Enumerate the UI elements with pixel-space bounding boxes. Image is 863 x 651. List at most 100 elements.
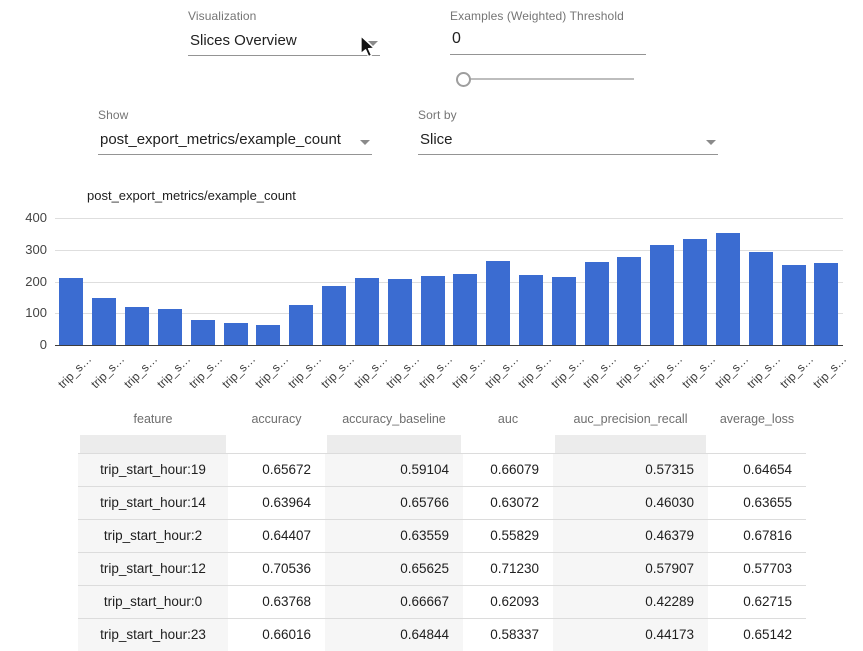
x-tick-slot: trip_s…: [547, 346, 580, 396]
column-header[interactable]: accuracy_baseline: [325, 400, 463, 435]
bar[interactable]: [519, 275, 543, 345]
y-tick-label: 300: [0, 242, 47, 257]
bar-slot: [449, 218, 482, 345]
feature-cell: trip_start_hour:12: [78, 553, 228, 585]
bar[interactable]: [617, 257, 641, 345]
table-filter-row: [78, 435, 806, 453]
metric-cell: 0.67816: [708, 520, 806, 552]
table-row[interactable]: trip_start_hour:120.705360.656250.712300…: [78, 552, 806, 585]
chart-y-axis: 4003002001000: [0, 218, 47, 345]
metric-cell: 0.66079: [463, 454, 553, 486]
bar-slot: [646, 218, 679, 345]
feature-cell: trip_start_hour:23: [78, 619, 228, 651]
chart-x-axis: trip_s…trip_s…trip_s…trip_s…trip_s…trip_…: [55, 346, 843, 396]
bar-slot: [350, 218, 383, 345]
bar-slot: [186, 218, 219, 345]
bar[interactable]: [421, 276, 445, 345]
bar[interactable]: [191, 320, 215, 345]
bar[interactable]: [125, 307, 149, 345]
metric-cell: 0.44173: [553, 619, 708, 651]
table-row[interactable]: trip_start_hour:140.639640.657660.630720…: [78, 486, 806, 519]
table-row[interactable]: trip_start_hour:00.637680.666670.620930.…: [78, 585, 806, 618]
table-body: trip_start_hour:190.656720.591040.660790…: [78, 453, 806, 651]
bar[interactable]: [158, 309, 182, 346]
bar[interactable]: [749, 252, 773, 345]
feature-cell: trip_start_hour:0: [78, 586, 228, 618]
x-tick-slot: trip_s…: [712, 346, 745, 396]
legend-swatch: [62, 190, 79, 201]
bar[interactable]: [716, 233, 740, 345]
bar[interactable]: [486, 261, 510, 345]
x-tick-slot: trip_s…: [416, 346, 449, 396]
x-tick-slot: trip_s…: [153, 346, 186, 396]
visualization-value: Slices Overview: [190, 32, 297, 49]
bar-slot: [153, 218, 186, 345]
filter-cell: [708, 435, 806, 453]
table-row[interactable]: trip_start_hour:230.660160.648440.583370…: [78, 618, 806, 651]
bar[interactable]: [289, 305, 313, 345]
bar-slot: [383, 218, 416, 345]
bar[interactable]: [355, 278, 379, 345]
column-header[interactable]: average_loss: [708, 400, 806, 435]
threshold-field: Examples (Weighted) Threshold 0: [450, 9, 646, 55]
column-header[interactable]: auc: [463, 400, 553, 435]
threshold-slider[interactable]: [456, 71, 634, 87]
metric-cell: 0.66667: [325, 586, 463, 618]
metric-cell: 0.65766: [325, 487, 463, 519]
visualization-field: Visualization Slices Overview: [188, 9, 380, 56]
sort-select[interactable]: Slice: [418, 122, 718, 155]
metric-cell: 0.46379: [553, 520, 708, 552]
bar[interactable]: [585, 262, 609, 345]
bar[interactable]: [224, 323, 248, 345]
filter-cell: [555, 435, 706, 453]
column-header[interactable]: feature: [78, 400, 228, 435]
x-tick-slot: trip_s…: [810, 346, 843, 396]
chevron-down-icon: [706, 140, 716, 145]
threshold-input[interactable]: 0: [450, 23, 646, 55]
metric-cell: 0.71230: [463, 553, 553, 585]
bar[interactable]: [453, 274, 477, 345]
bar[interactable]: [552, 277, 576, 345]
bar[interactable]: [388, 279, 412, 345]
slider-track[interactable]: [462, 78, 634, 80]
x-tick-slot: trip_s…: [482, 346, 515, 396]
x-tick-slot: trip_s…: [186, 346, 219, 396]
metric-cell: 0.46030: [553, 487, 708, 519]
legend-label: post_export_metrics/example_count: [87, 188, 296, 203]
x-tick-slot: trip_s…: [744, 346, 777, 396]
filter-cell: [327, 435, 461, 453]
metric-cell: 0.70536: [228, 553, 325, 585]
bar-slot: [219, 218, 252, 345]
bar[interactable]: [782, 265, 806, 345]
column-header[interactable]: accuracy: [228, 400, 325, 435]
visualization-select[interactable]: Slices Overview: [188, 23, 380, 56]
bar[interactable]: [683, 239, 707, 345]
y-tick-label: 200: [0, 274, 47, 289]
bar[interactable]: [650, 245, 674, 345]
bar[interactable]: [92, 298, 116, 345]
slider-thumb[interactable]: [456, 72, 471, 87]
bar[interactable]: [814, 263, 838, 345]
metric-cell: 0.64844: [325, 619, 463, 651]
x-tick-slot: trip_s…: [613, 346, 646, 396]
bar-slot: [712, 218, 745, 345]
bar[interactable]: [256, 325, 280, 345]
column-header[interactable]: auc_precision_recall: [553, 400, 708, 435]
visualization-label: Visualization: [188, 9, 380, 23]
table-row[interactable]: trip_start_hour:20.644070.635590.558290.…: [78, 519, 806, 552]
bar-slot: [679, 218, 712, 345]
bar-slot: [580, 218, 613, 345]
show-select[interactable]: post_export_metrics/example_count: [98, 122, 372, 155]
table-row[interactable]: trip_start_hour:190.656720.591040.660790…: [78, 453, 806, 486]
x-tick-slot: trip_s…: [449, 346, 482, 396]
bar[interactable]: [59, 278, 83, 345]
bar[interactable]: [322, 286, 346, 345]
bar-slot: [252, 218, 285, 345]
bar-slot: [744, 218, 777, 345]
metric-cell: 0.57703: [708, 553, 806, 585]
metric-cell: 0.63964: [228, 487, 325, 519]
metric-cell: 0.62093: [463, 586, 553, 618]
metric-cell: 0.58337: [463, 619, 553, 651]
filter-cell: [463, 435, 553, 453]
metric-cell: 0.66016: [228, 619, 325, 651]
